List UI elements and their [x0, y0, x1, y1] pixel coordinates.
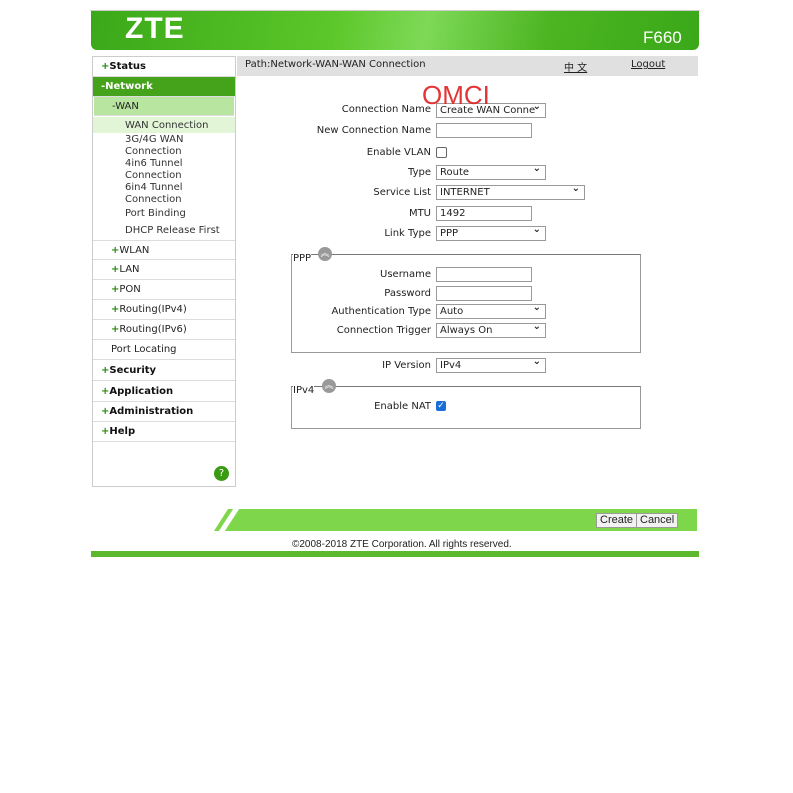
collapse-up-icon[interactable]: ︽ [322, 379, 336, 393]
sidebar-item-3g4g-wan[interactable]: 3G/4G WAN Connection [93, 134, 235, 158]
create-button[interactable]: Create [596, 513, 638, 528]
type-label: Type [408, 167, 431, 178]
new-connection-name-input[interactable] [436, 123, 532, 138]
help-icon[interactable]: ? [214, 466, 229, 481]
sidebar: +Status -Network -WAN WAN Connection 3G/… [92, 56, 236, 487]
sidebar-item-status[interactable]: +Status [93, 57, 235, 77]
model-name: F660 [643, 28, 682, 47]
path-bar: Path:Network-WAN-WAN Connection 中 文 Logo… [237, 56, 698, 76]
language-link[interactable]: 中 文 [564, 59, 587, 74]
logout-link[interactable]: Logout [631, 59, 665, 70]
sidebar-item-wan-connection[interactable]: WAN Connection [93, 117, 235, 133]
ppp-legend: PPP [293, 253, 312, 264]
ip-version-select[interactable]: IPv4 [436, 355, 546, 373]
password-label: Password [384, 288, 431, 299]
zte-logo: ZTE [125, 12, 185, 45]
type-select[interactable]: Route [436, 162, 546, 180]
enable-nat-label: Enable NAT [374, 401, 431, 412]
mtu-label: MTU [408, 208, 431, 219]
sidebar-item-port-locating[interactable]: Port Locating [93, 340, 235, 360]
sidebar-item-wlan[interactable]: +WLAN [93, 240, 235, 260]
link-type-label: Link Type [384, 228, 431, 239]
breadcrumb: Path:Network-WAN-WAN Connection [245, 59, 426, 70]
enable-vlan-label: Enable VLAN [366, 147, 431, 158]
bottom-bar [91, 551, 699, 557]
cancel-button[interactable]: Cancel [636, 513, 679, 528]
sidebar-item-help[interactable]: +Help [93, 422, 235, 442]
sidebar-item-network[interactable]: -Network [93, 77, 235, 97]
collapse-up-icon[interactable]: ︽ [318, 247, 332, 261]
username-label: Username [380, 269, 431, 280]
sidebar-item-administration[interactable]: +Administration [93, 402, 235, 422]
service-list-label: Service List [373, 187, 431, 198]
enable-vlan-checkbox[interactable] [436, 147, 447, 158]
new-connection-name-label: New Connection Name [316, 125, 431, 136]
sidebar-item-pon[interactable]: +PON [93, 280, 235, 300]
sidebar-item-application[interactable]: +Application [93, 382, 235, 402]
connection-name-label: Connection Name [341, 104, 431, 115]
ipv4-legend: IPv4 [293, 385, 315, 396]
sidebar-item-4in6-tunnel[interactable]: 4in6 Tunnel Connection [93, 158, 235, 182]
mtu-input[interactable]: 1492 [436, 206, 532, 221]
sidebar-item-dhcp-release[interactable]: DHCP Release First [93, 225, 235, 239]
username-input[interactable] [436, 267, 532, 282]
sidebar-item-lan[interactable]: +LAN [93, 260, 235, 280]
auth-type-label: Authentication Type [331, 306, 431, 317]
omci-watermark: OMCI [422, 80, 490, 110]
password-input[interactable] [436, 286, 532, 301]
ip-version-label: IP Version [382, 360, 431, 371]
enable-nat-checkbox[interactable]: ✓ [436, 401, 446, 411]
connection-trigger-label: Connection Trigger [336, 325, 431, 336]
auth-type-select[interactable]: Auto [436, 301, 546, 319]
sidebar-item-security[interactable]: +Security [93, 361, 235, 381]
sidebar-item-port-binding[interactable]: Port Binding [93, 208, 235, 222]
sidebar-item-routing-ipv4[interactable]: +Routing(IPv4) [93, 300, 235, 320]
sidebar-item-routing-ipv6[interactable]: +Routing(IPv6) [93, 320, 235, 340]
link-type-select[interactable]: PPP [436, 223, 546, 241]
connection-trigger-select[interactable]: Always On [436, 320, 546, 338]
service-list-select[interactable]: INTERNET [436, 182, 585, 200]
sidebar-item-wan[interactable]: -WAN [94, 97, 234, 116]
copyright: ©2008-2018 ZTE Corporation. All rights r… [292, 539, 512, 550]
sidebar-item-6in4-tunnel[interactable]: 6in4 Tunnel Connection [93, 182, 235, 206]
